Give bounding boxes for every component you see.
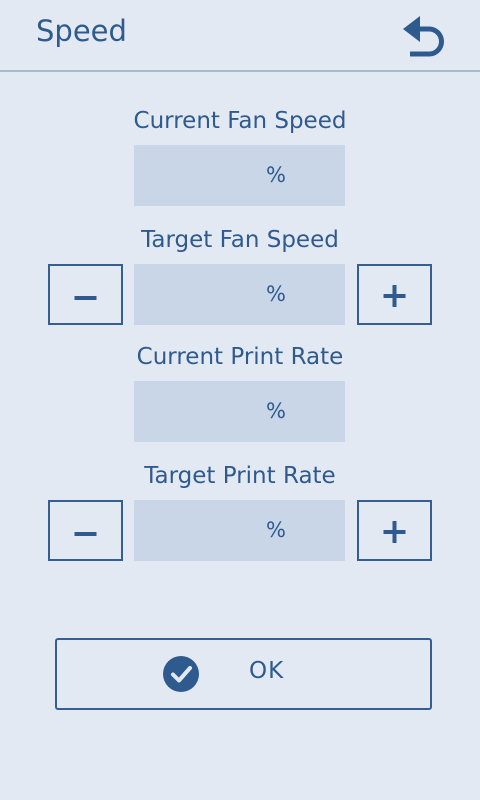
- page-title: Speed: [36, 14, 127, 48]
- current-print-rate-display: %: [134, 381, 345, 442]
- back-arrow-icon: [403, 16, 444, 57]
- ok-button[interactable]: OK: [55, 638, 432, 710]
- current-print-rate-label: Current Print Rate: [136, 344, 344, 370]
- minus-icon: [74, 532, 97, 536]
- current-print-rate-unit: %: [266, 399, 286, 423]
- check-circle-icon: [163, 656, 199, 692]
- target-print-rate-decrease-button[interactable]: [48, 500, 123, 561]
- minus-icon: [74, 296, 97, 300]
- speed-screen: Speed Current Fan Speed % Target Fan Spe…: [0, 0, 480, 800]
- target-print-rate-increase-button[interactable]: [357, 500, 432, 561]
- target-fan-speed-decrease-button[interactable]: [48, 264, 123, 325]
- current-fan-speed-unit: %: [266, 163, 286, 187]
- target-fan-speed-unit: %: [266, 282, 286, 306]
- ok-button-label: OK: [249, 658, 285, 684]
- current-fan-speed-display: %: [134, 145, 345, 206]
- plus-icon: [383, 521, 406, 543]
- target-fan-speed-label: Target Fan Speed: [141, 227, 339, 253]
- target-fan-speed-increase-button[interactable]: [357, 264, 432, 325]
- back-button[interactable]: [396, 6, 460, 62]
- target-fan-speed-field[interactable]: %: [134, 264, 345, 325]
- header-bar: Speed: [0, 0, 480, 72]
- plus-icon: [383, 285, 406, 307]
- target-print-rate-unit: %: [266, 518, 286, 542]
- current-fan-speed-label: Current Fan Speed: [133, 108, 347, 134]
- target-print-rate-label: Target Print Rate: [144, 463, 336, 489]
- target-print-rate-field[interactable]: %: [134, 500, 345, 561]
